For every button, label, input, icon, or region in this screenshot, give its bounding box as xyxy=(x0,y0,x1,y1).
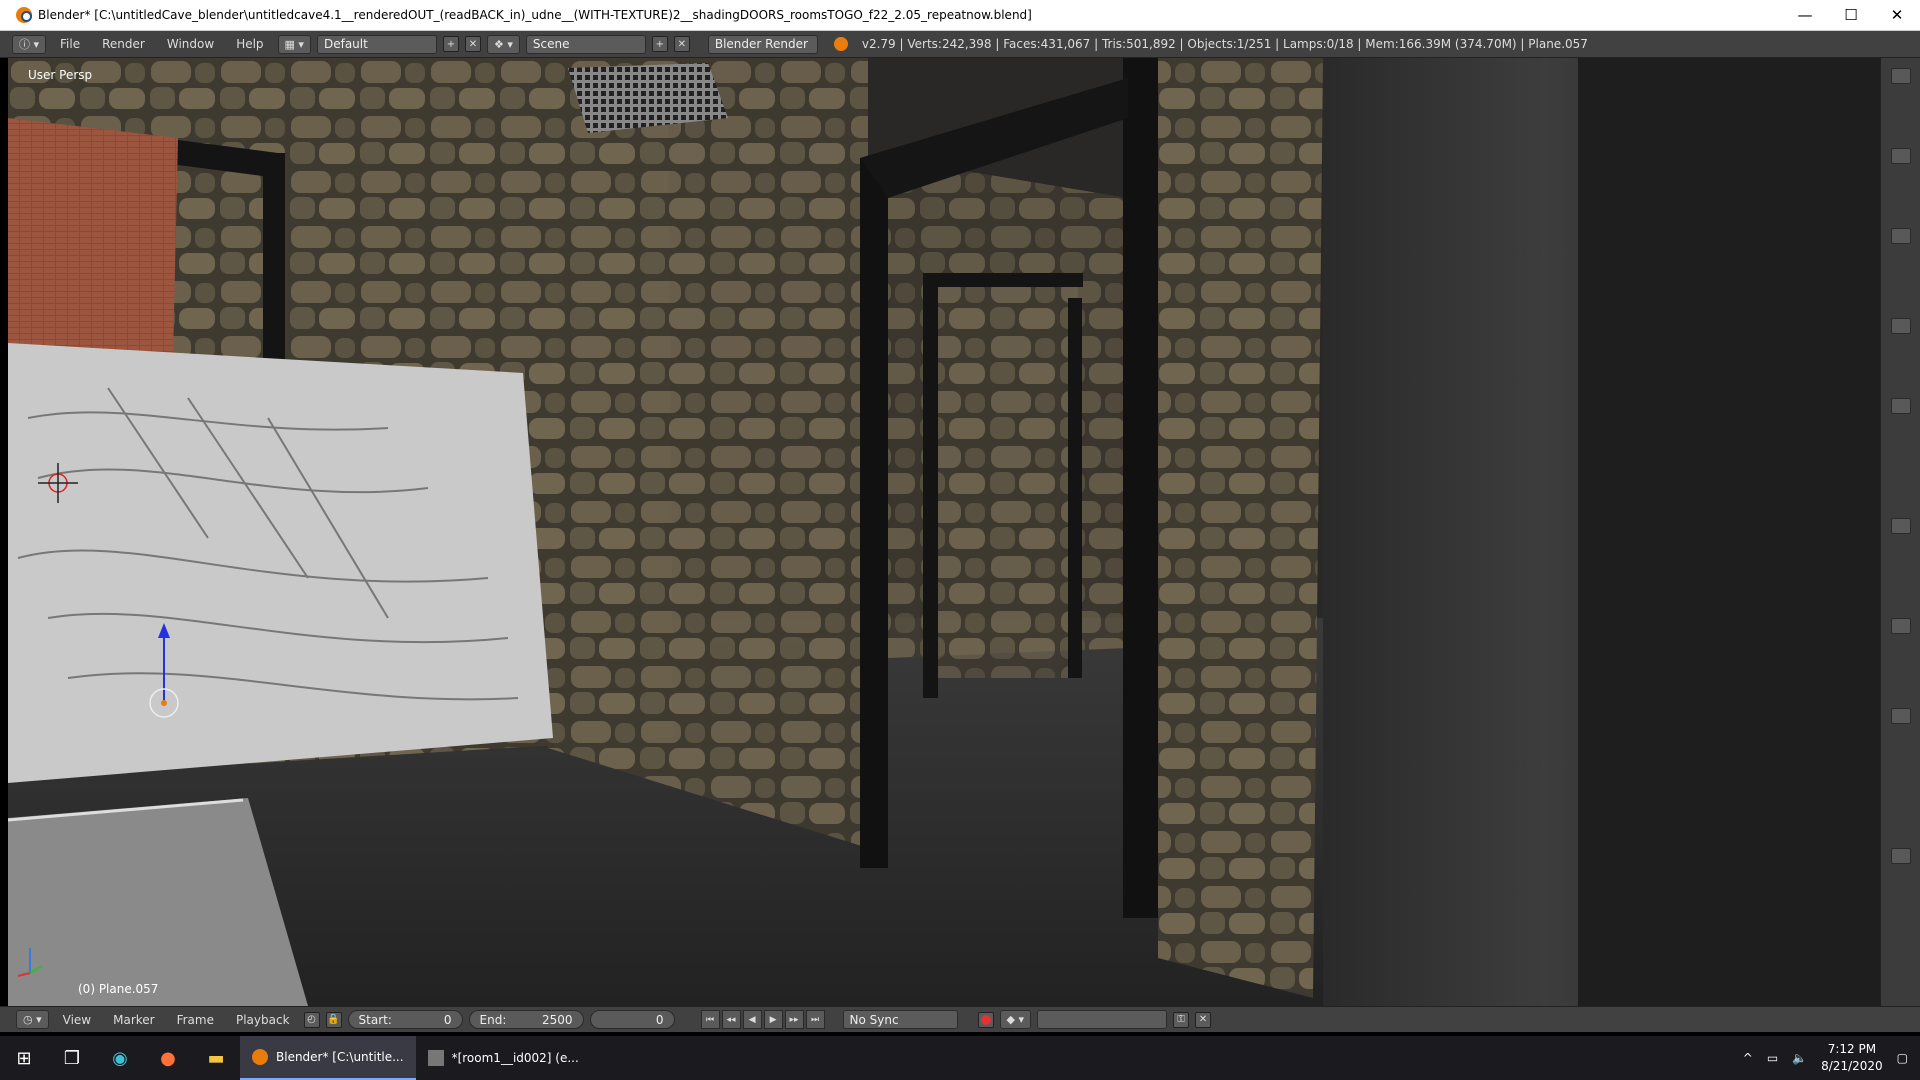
clock-time: 7:12 PM xyxy=(1827,1042,1877,1056)
add-scene-icon[interactable]: + xyxy=(651,36,668,52)
properties-tool-strip xyxy=(1880,58,1920,1006)
preview-range-icon[interactable]: ◴ xyxy=(303,1011,320,1028)
timeline-menu-marker[interactable]: Marker xyxy=(105,1013,162,1027)
keying-set-field[interactable] xyxy=(1037,1010,1168,1029)
jump-start-icon[interactable]: ⏮ xyxy=(700,1010,720,1029)
blender-logo-icon xyxy=(833,37,848,51)
menu-help[interactable]: Help xyxy=(228,37,271,51)
lock-icon[interactable]: 🔒 xyxy=(325,1011,342,1028)
object-settings-icon[interactable] xyxy=(1891,398,1911,414)
file-explorer-icon[interactable]: ▬ xyxy=(192,1036,240,1080)
physics-settings-icon[interactable] xyxy=(1891,848,1911,864)
timeline-menu-view[interactable]: View xyxy=(55,1013,99,1027)
end-frame-field[interactable]: End: 2500 xyxy=(468,1010,584,1029)
play-icon[interactable]: ▶ xyxy=(763,1010,783,1029)
jump-end-icon[interactable]: ⏭ xyxy=(805,1010,825,1029)
clock-date: 8/21/2020 xyxy=(1821,1059,1883,1073)
texture-settings-icon[interactable] xyxy=(1891,708,1911,724)
remove-layout-icon[interactable]: ✕ xyxy=(464,36,481,52)
taskbar-app-image-editor-label: *[room1__id002] (e... xyxy=(451,1051,579,1065)
delete-keyframe-icon[interactable]: ✕ xyxy=(1195,1011,1212,1028)
network-icon[interactable]: ▭ xyxy=(1767,1051,1778,1065)
screen-layout-field[interactable]: Default xyxy=(316,34,437,54)
windows-start-icon[interactable]: ⊞ xyxy=(0,1036,48,1080)
taskbar-app-image-editor[interactable]: *[room1__id002] (e... xyxy=(416,1036,591,1080)
volume-icon[interactable]: 🔈 xyxy=(1792,1051,1807,1065)
taskbar-app-blender[interactable]: Blender* [C:\untitle... xyxy=(240,1036,416,1080)
remove-scene-icon[interactable]: ✕ xyxy=(673,36,690,52)
notifications-icon[interactable]: ▢ xyxy=(1897,1051,1908,1065)
editor-type-info-icon[interactable]: ⓘ ▾ xyxy=(12,34,47,54)
end-frame-label: End: xyxy=(479,1012,507,1027)
taskbar-app-blender-label: Blender* [C:\untitle... xyxy=(276,1050,404,1064)
timeline-menu-frame[interactable]: Frame xyxy=(169,1013,222,1027)
firefox-icon[interactable]: ● xyxy=(144,1036,192,1080)
info-header: ⓘ ▾ File Render Window Help ▦ ▾ Default … xyxy=(0,31,1920,58)
3d-viewport[interactable]: User Persp (0) Plane.057 xyxy=(8,58,1880,1006)
world-settings-icon[interactable] xyxy=(1891,318,1911,334)
playback-controls: ⏮ ◂◂ ◀ ▶ ▸▸ ⏭ xyxy=(700,1010,825,1029)
material-settings-icon[interactable] xyxy=(1891,618,1911,634)
tool-shelf-icon[interactable] xyxy=(1891,68,1911,84)
blender-logo-icon xyxy=(16,7,32,23)
blender-logo-icon xyxy=(252,1049,268,1065)
play-reverse-icon[interactable]: ◀ xyxy=(742,1010,762,1029)
minimize-button[interactable]: — xyxy=(1782,0,1828,31)
menu-file[interactable]: File xyxy=(52,37,88,51)
start-frame-label: Start: xyxy=(358,1012,392,1027)
keying-set-icon[interactable]: ◆ ▾ xyxy=(999,1010,1032,1029)
window-titlebar: Blender* [C:\untitledCave_blender\untitl… xyxy=(0,0,1920,31)
timeline-menu-playback[interactable]: Playback xyxy=(228,1013,298,1027)
clock[interactable]: 7:12 PM 8/21/2020 xyxy=(1821,1041,1883,1075)
render-settings-icon[interactable] xyxy=(1891,148,1911,164)
add-layout-icon[interactable]: + xyxy=(442,36,459,52)
viewport-scene-render xyxy=(8,58,1880,1006)
maximize-button[interactable]: ☐ xyxy=(1828,0,1874,31)
current-frame-field[interactable]: 0 xyxy=(589,1010,675,1029)
modifier-settings-icon[interactable] xyxy=(1891,518,1911,534)
start-frame-field[interactable]: Start: 0 xyxy=(347,1010,463,1029)
menu-window[interactable]: Window xyxy=(159,37,222,51)
windows-taskbar: ⊞ ❐ ◉ ● ▬ Blender* [C:\untitle... *[room… xyxy=(0,1036,1920,1080)
end-frame-value: 2500 xyxy=(541,1012,573,1027)
render-engine-select[interactable]: Blender Render xyxy=(707,34,818,54)
sync-mode-select[interactable]: No Sync xyxy=(842,1010,958,1029)
close-button[interactable]: ✕ xyxy=(1874,0,1920,31)
start-frame-value: 0 xyxy=(443,1012,452,1027)
window-title: Blender* [C:\untitledCave_blender\untitl… xyxy=(38,8,1032,22)
edge-browser-icon[interactable]: ◉ xyxy=(96,1036,144,1080)
active-object-label: (0) Plane.057 xyxy=(78,982,159,996)
insert-keyframe-icon[interactable]: ⚿ xyxy=(1173,1011,1190,1028)
timeline-header: ◷ ▾ View Marker Frame Playback ◴ 🔒 Start… xyxy=(0,1006,1920,1032)
jump-keyframe-back-icon[interactable]: ◂◂ xyxy=(721,1010,741,1029)
task-view-icon[interactable]: ❐ xyxy=(48,1036,96,1080)
menu-render[interactable]: Render xyxy=(94,37,153,51)
timeline-editor-type-icon[interactable]: ◷ ▾ xyxy=(16,1010,49,1029)
jump-keyframe-forward-icon[interactable]: ▸▸ xyxy=(784,1010,804,1029)
scene-field[interactable]: Scene xyxy=(525,34,646,54)
image-editor-icon xyxy=(427,1050,444,1066)
view-perspective-label: User Persp xyxy=(28,68,93,82)
record-icon[interactable] xyxy=(977,1011,994,1028)
screen-layout-icon[interactable]: ▦ ▾ xyxy=(277,34,311,54)
scene-settings-icon[interactable] xyxy=(1891,228,1911,244)
scene-stats: v2.79 | Verts:242,398 | Faces:431,067 | … xyxy=(861,37,1588,51)
system-tray: ^ ▭ 🔈 7:12 PM 8/21/2020 ▢ xyxy=(1743,1041,1920,1075)
scene-icon[interactable]: ❖ ▾ xyxy=(486,34,520,54)
show-hidden-icons-icon[interactable]: ^ xyxy=(1743,1051,1753,1065)
